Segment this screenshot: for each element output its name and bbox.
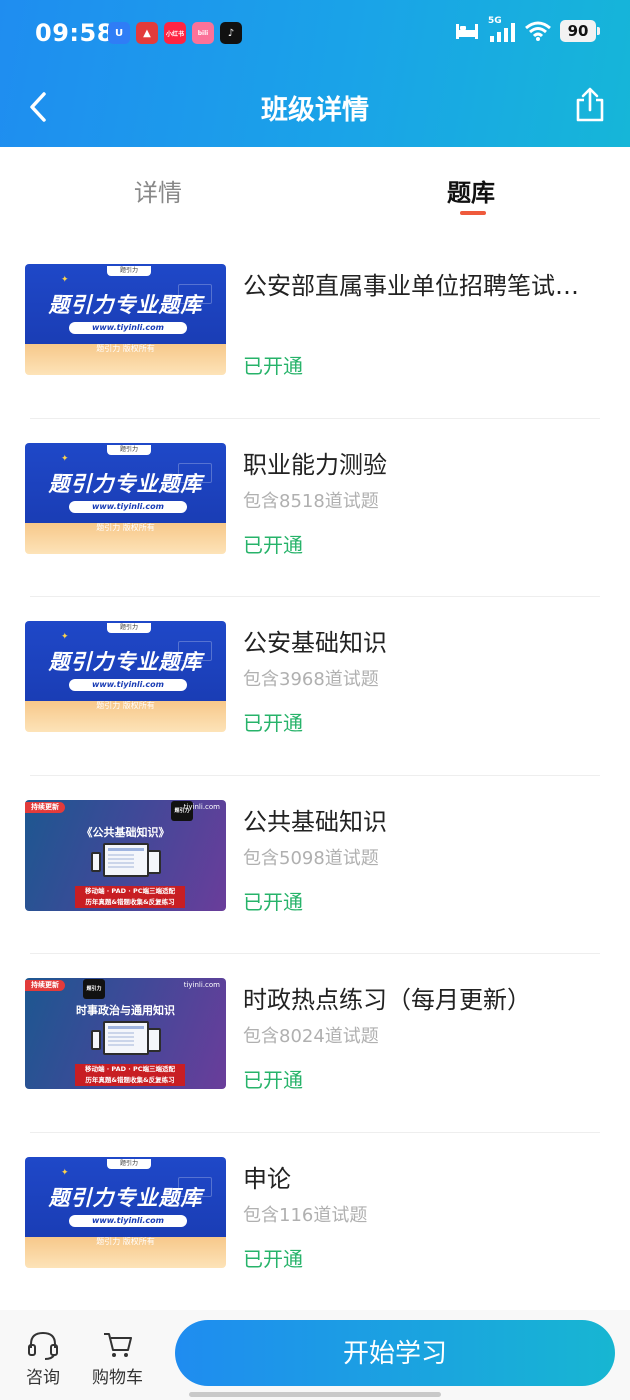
uu-app-icon: U <box>108 22 130 44</box>
item-title: 职业能力测验 <box>243 450 387 479</box>
bed-icon <box>456 24 478 39</box>
thumbnail-copyright: 题引力 版权所有 <box>96 522 155 532</box>
item-status: 已开通 <box>243 354 303 378</box>
item-status: 已开通 <box>243 1246 303 1271</box>
question-bank-list: 题引力 ✦ 题引力专业题库 www.tiyinli.com 题引力 版权所有 公安部直属事… <box>0 240 630 1311</box>
thumbnail-title: 题引力专业题库 <box>48 293 203 317</box>
feature-line: 移动端 · PAD · PC端三端适配 <box>84 886 176 895</box>
question-bank-item[interactable]: 持续更新 题引力 tiyinli.com 时事政治与通用知识移动端 · PAD · P… <box>0 954 630 1133</box>
laptop-illustration <box>103 842 149 877</box>
tab-bar: 详情 题库 <box>0 147 630 227</box>
status-app-icons: U ▲ 小红书 bili ♪ <box>108 22 242 44</box>
page-title: 班级详情 <box>261 95 369 126</box>
question-bank-item[interactable]: 持续更新 题引力 tiyinli.com 《公共基础知识》 移动端 · PAD · PC… <box>0 776 630 954</box>
status-bar: 09:58 U ▲ 小红书 bili ♪ 5G 90 <box>0 0 630 66</box>
home-indicator <box>189 1392 441 1397</box>
thumbnail-copyright: 题引力 版权所有 <box>96 1236 155 1246</box>
thumbnail-brand-url: tiyinli.com <box>183 802 220 811</box>
tab-details[interactable]: 详情 <box>134 173 182 208</box>
item-title: 公安基础知识 <box>243 629 387 657</box>
battery-icon: 90 <box>560 20 600 42</box>
item-question-count: 包含8518道试题 <box>243 490 379 512</box>
star-icon: ✦ <box>61 275 69 285</box>
thumbnail-logo: 题引力 <box>107 444 151 455</box>
feature-line: 移动端 · PAD · PC端三端适配 <box>84 1065 176 1073</box>
bilibili-icon: bili <box>192 22 214 44</box>
item-title: 申论 <box>243 1164 291 1193</box>
phone-illustration <box>91 851 101 872</box>
consult-label: 咨询 <box>26 1368 60 1388</box>
tiktok-icon: ♪ <box>220 22 242 44</box>
question-bank-item[interactable]: 题引力 ✦ 题引力专业题库 www.tiyinli.com 题引力 版权所有 申论包含11… <box>0 1133 630 1312</box>
item-title: 公安部直属事业单位招聘笔试题库 <box>243 272 593 300</box>
thumbnail-brand-url: tiyinli.com <box>183 981 220 989</box>
question-bank-item[interactable]: 题引力 ✦ 题引力专业题库 www.tiyinli.com 题引力 版权所有 公安基础知识… <box>0 597 630 776</box>
update-badge: 持续更新 <box>25 980 65 991</box>
item-question-count: 包含116道试题 <box>243 1204 368 1226</box>
bottom-action-bar: 咨询 购物车 开始学习 <box>0 1310 630 1400</box>
update-badge: 持续更新 <box>25 801 65 813</box>
item-status: 已开通 <box>243 711 303 735</box>
question-bank-thumbnail: 题引力 ✦ 题引力专业题库 www.tiyinli.com 题引力 版权所有 <box>25 1156 226 1268</box>
thumbnail-subject: 时事政治与通用知识 <box>76 1004 175 1017</box>
thumbnail-copyright: 题引力 版权所有 <box>96 701 155 710</box>
cart-button[interactable]: 购物车 <box>92 1330 143 1388</box>
thumbnail-title: 题引力专业题库 <box>48 650 203 674</box>
thumbnail-url: www.tiyinli.com <box>69 1214 187 1227</box>
app-header: 09:58 U ▲ 小红书 bili ♪ 5G 90 班级详情 <box>0 0 630 147</box>
star-icon: ✦ <box>61 453 69 464</box>
item-status: 已开通 <box>243 1068 303 1092</box>
thumbnail-logo: 题引力 <box>107 266 151 276</box>
question-bank-thumbnail: 题引力 ✦ 题引力专业题库 www.tiyinli.com 题引力 版权所有 <box>25 264 226 375</box>
headset-icon <box>28 1331 58 1360</box>
start-learning-button[interactable]: 开始学习 <box>175 1320 615 1386</box>
phone-illustration <box>91 1030 101 1050</box>
thumbnail-title: 题引力专业题库 <box>48 1185 203 1210</box>
thumbnail-copyright: 题引力 版权所有 <box>96 344 155 353</box>
status-time: 09:58 <box>35 19 114 47</box>
thumbnail-logo: 题引力 <box>107 1158 151 1169</box>
star-icon: ✦ <box>61 632 69 642</box>
question-bank-thumbnail: 题引力 ✦ 题引力专业题库 www.tiyinli.com 题引力 版权所有 <box>25 442 226 554</box>
question-bank-thumbnail: 题引力 ✦ 题引力专业题库 www.tiyinli.com 题引力 版权所有 <box>25 621 226 732</box>
thumbnail-url: www.tiyinli.com <box>69 679 187 691</box>
item-status: 已开通 <box>243 532 303 557</box>
thumbnail-url: www.tiyinli.com <box>69 322 187 334</box>
status-indicators: 5G 90 <box>455 16 600 42</box>
question-bank-thumbnail: 持续更新 题引力 tiyinli.com 时事政治与通用知识移动端 · PAD · P… <box>25 978 226 1089</box>
feature-line: 历年真题&错题收集&反复练习 <box>85 1076 175 1084</box>
brand-logo: 题引力 <box>83 979 105 999</box>
share-icon[interactable] <box>572 86 608 124</box>
feature-line: 历年真题&错题收集&反复练习 <box>85 897 175 906</box>
item-question-count: 包含3968道试题 <box>243 669 379 690</box>
item-title: 时政热点练习（每月更新） <box>243 986 531 1014</box>
tablet-illustration <box>147 1028 161 1052</box>
wifi-icon <box>525 21 551 41</box>
xiaohongshu-icon: 小红书 <box>164 22 186 44</box>
red-app-icon: ▲ <box>136 22 158 44</box>
item-title: 公共基础知识 <box>243 807 387 836</box>
signal-icon: 5G <box>488 16 516 42</box>
star-icon: ✦ <box>61 1167 69 1178</box>
thumbnail-subject: 《公共基础知识》 <box>81 825 170 839</box>
shopping-cart-icon <box>103 1333 132 1357</box>
item-question-count: 包含5098道试题 <box>243 847 379 869</box>
item-question-count: 包含8024道试题 <box>243 1026 379 1047</box>
question-bank-item[interactable]: 题引力 ✦ 题引力专业题库 www.tiyinli.com 题引力 版权所有 职业能力测验… <box>0 419 630 597</box>
cart-label: 购物车 <box>92 1368 143 1388</box>
laptop-illustration <box>103 1021 149 1055</box>
feature-banner: 移动端 · PAD · PC端三端适配 历年真题&错题收集&反复练习 <box>75 885 185 908</box>
tablet-illustration <box>147 849 161 874</box>
thumbnail-logo: 题引力 <box>107 623 151 633</box>
question-bank-thumbnail: 持续更新 题引力 tiyinli.com 《公共基础知识》 移动端 · PAD · PC… <box>25 799 226 911</box>
active-tab-indicator <box>460 211 486 215</box>
tab-question-bank[interactable]: 题库 <box>447 173 495 208</box>
thumbnail-title: 题引力专业题库 <box>48 471 203 496</box>
question-bank-item[interactable]: 题引力 ✦ 题引力专业题库 www.tiyinli.com 题引力 版权所有 公安部直属事… <box>0 240 630 419</box>
item-status: 已开通 <box>243 889 303 914</box>
thumbnail-url: www.tiyinli.com <box>69 500 187 513</box>
consult-button[interactable]: 咨询 <box>26 1330 60 1388</box>
feature-banner: 移动端 · PAD · PC端三端适配 历年真题&错题收集&反复练习 <box>75 1064 185 1086</box>
